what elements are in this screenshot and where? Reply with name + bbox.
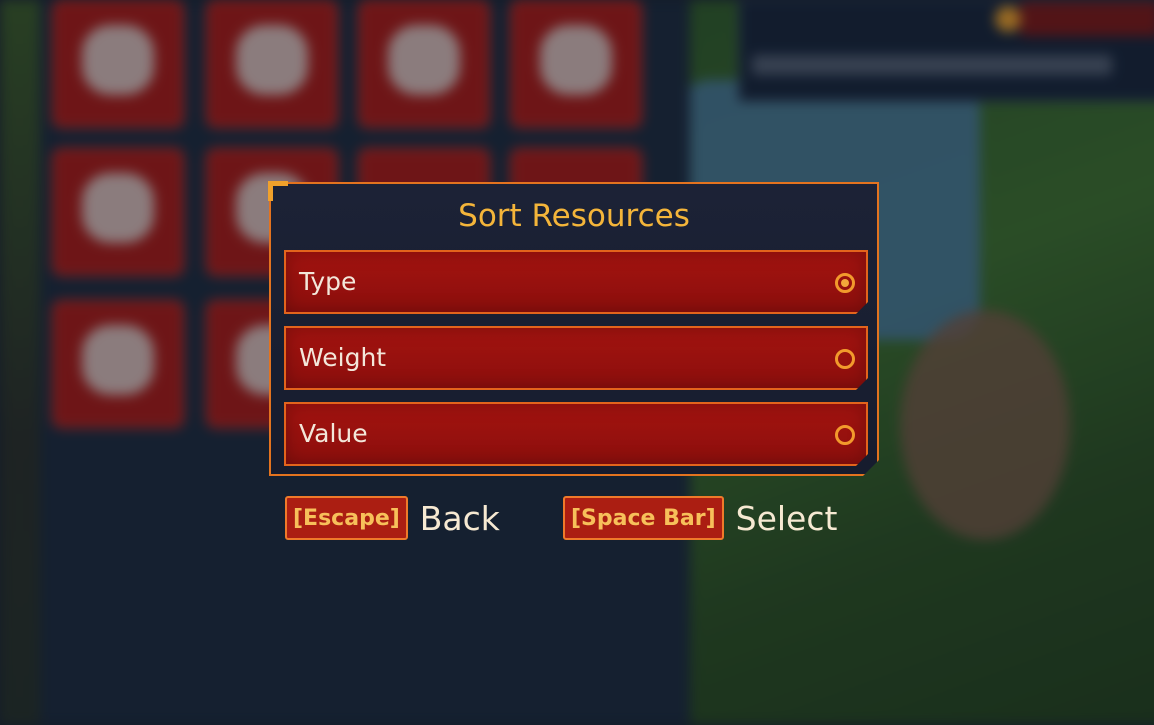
option-label: Weight (299, 343, 387, 372)
corner-accent-icon (268, 181, 288, 201)
radio-empty-icon (835, 349, 855, 369)
option-label: Value (299, 419, 368, 448)
radio-empty-icon (835, 425, 855, 445)
radio-selected-icon (835, 273, 855, 293)
back-label: Back (419, 498, 500, 538)
sort-resources-dialog: Sort Resources Type Weight Value (269, 182, 879, 476)
sort-option-value[interactable]: Value (284, 402, 868, 466)
dialog-title: Sort Resources (458, 198, 690, 234)
sort-option-weight[interactable]: Weight (284, 326, 868, 390)
select-label: Select (735, 498, 838, 538)
escape-key-badge[interactable]: [Escape] (285, 496, 408, 540)
select-hint[interactable]: [Space Bar] Select (563, 495, 837, 541)
sort-option-type[interactable]: Type (284, 250, 868, 314)
option-label: Type (299, 267, 357, 296)
space-bar-key-badge[interactable]: [Space Bar] (563, 496, 724, 540)
back-hint[interactable]: [Escape] Back (285, 495, 500, 541)
